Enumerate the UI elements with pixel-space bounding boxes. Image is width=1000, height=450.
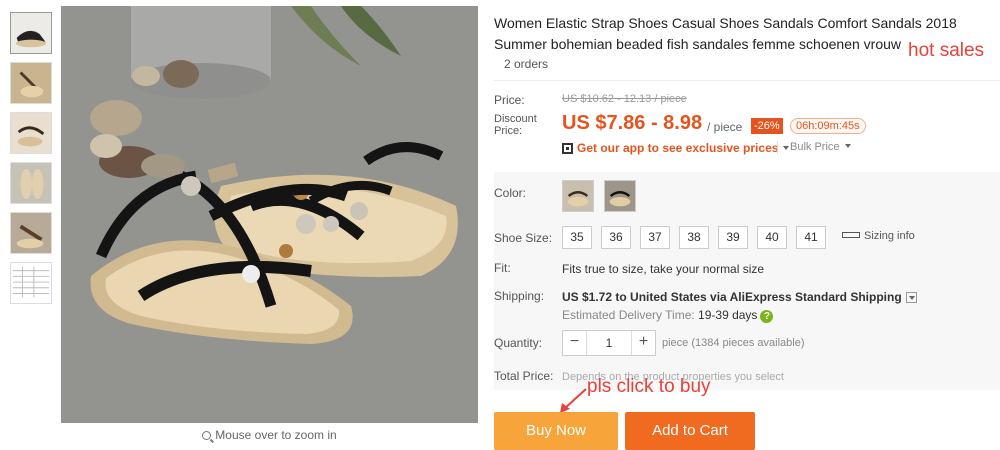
quantity-stepper: − 1 + xyxy=(562,330,656,356)
divider xyxy=(494,80,1000,81)
product-title: Women Elastic Strap Shoes Casual Shoes S… xyxy=(494,15,957,52)
quantity-input[interactable]: 1 xyxy=(587,331,631,355)
qr-code-icon xyxy=(562,143,573,154)
product-info-panel: Women Elastic Strap Shoes Casual Shoes S… xyxy=(494,0,1000,450)
shipping-value: US $1.72 to United States via AliExpress… xyxy=(562,290,917,304)
app-promo-link[interactable]: Get our app to see exclusive prices xyxy=(562,141,790,155)
magnifier-icon xyxy=(202,431,212,440)
size-option-40[interactable]: 40 xyxy=(757,226,787,249)
color-swatch-1[interactable] xyxy=(562,180,594,212)
thumbnail-4[interactable] xyxy=(10,162,52,204)
size-option-39[interactable]: 39 xyxy=(718,226,748,249)
decrease-button[interactable]: − xyxy=(563,331,587,355)
annotation-arrow-icon xyxy=(560,388,587,413)
zoom-hint: Mouse over to zoom in xyxy=(61,428,478,442)
countdown-timer: 06h:09m:45s xyxy=(790,118,866,134)
order-count: 2 orders xyxy=(504,57,549,71)
shipping-label: Shipping: xyxy=(494,289,545,303)
buy-now-button[interactable]: Buy Now xyxy=(494,412,618,450)
increase-button[interactable]: + xyxy=(631,331,655,355)
thumbnail-5[interactable] xyxy=(10,212,52,254)
thumbnail-2[interactable] xyxy=(10,62,52,104)
ruler-icon xyxy=(842,232,860,238)
price-label: Price: xyxy=(494,93,525,107)
available-pieces: piece (1384 pieces available) xyxy=(662,337,805,349)
thumbnail-1[interactable] xyxy=(10,12,52,54)
main-product-image[interactable] xyxy=(61,6,478,423)
fit-label: Fit: xyxy=(494,261,511,275)
discount-price: US $7.86 - 8.98 xyxy=(562,112,703,134)
click-to-buy-annotation: pls click to buy xyxy=(587,376,711,397)
delivery-time: Estimated Delivery Time: 19-39 days? xyxy=(562,308,774,323)
sizing-info-link[interactable]: Sizing info xyxy=(842,230,915,242)
size-option-35[interactable]: 35 xyxy=(562,226,592,249)
size-option-36[interactable]: 36 xyxy=(601,226,631,249)
color-swatch-2[interactable] xyxy=(604,180,636,212)
help-icon[interactable]: ? xyxy=(760,310,774,323)
size-option-38[interactable]: 38 xyxy=(679,226,709,249)
add-to-cart-button[interactable]: Add to Cart xyxy=(625,412,755,450)
color-label: Color: xyxy=(494,186,527,200)
quantity-label: Quantity: xyxy=(494,336,543,350)
fit-value: Fits true to size, take your normal size xyxy=(562,262,765,276)
total-price-label: Total Price: xyxy=(494,369,554,383)
price-unit: / piece xyxy=(707,120,743,134)
discount-price-label: Discount Price: xyxy=(494,113,537,137)
size-option-41[interactable]: 41 xyxy=(796,226,826,249)
shoe-size-label: Shoe Size: xyxy=(494,231,553,245)
hot-sales-annotation: hot sales xyxy=(908,40,985,61)
chevron-down-icon xyxy=(783,146,790,150)
divider xyxy=(777,141,778,154)
size-option-37[interactable]: 37 xyxy=(640,226,670,249)
thumbnail-list xyxy=(10,12,54,312)
thumbnail-3[interactable] xyxy=(10,112,52,154)
bulk-price-dropdown[interactable]: Bulk Price xyxy=(790,141,851,153)
discount-badge: -26% xyxy=(751,118,783,134)
thumbnail-size-chart[interactable] xyxy=(10,262,52,304)
chevron-down-icon xyxy=(844,144,851,148)
shipping-dropdown-icon[interactable] xyxy=(905,292,917,303)
original-price: US $10.62 - 12.13 / piece xyxy=(562,93,687,105)
